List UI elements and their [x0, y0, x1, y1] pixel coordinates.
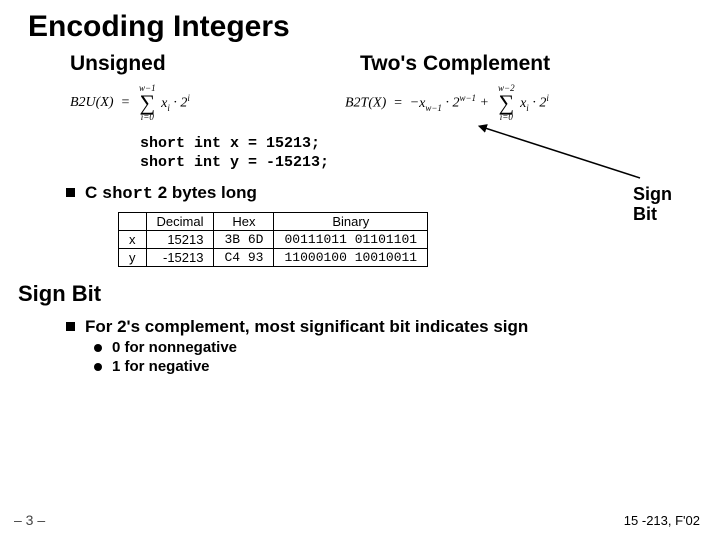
formula-row: B2U(X) = w−1 ∑ i=0 xi · 2i B2T(X) = −xw−… — [0, 84, 720, 122]
section-sign-bit: Sign Bit — [18, 281, 720, 307]
bullet-disc-icon — [94, 363, 102, 371]
bullet-square-icon — [66, 188, 75, 197]
bullet-square-icon — [66, 322, 75, 331]
slide-number: – 3 – — [14, 512, 45, 528]
sign-bit-callout: Sign Bit — [633, 185, 672, 225]
code-line-1: short int x = 15213; — [140, 134, 720, 154]
sub-bullet-nonnegative: 0 for nonnegative — [94, 339, 720, 356]
course-footer: 15 -213, F'02 — [624, 513, 700, 528]
subhead-unsigned: Unsigned — [0, 52, 360, 76]
table-row: y -15213 C4 93 11000100 10010011 — [119, 248, 428, 266]
bullet-disc-icon — [94, 344, 102, 352]
table-row: x 15213 3B 6D 00111011 01101101 — [119, 230, 428, 248]
code-line-2: short int y = -15213; — [140, 153, 720, 173]
subhead-twos-complement: Two's Complement — [360, 52, 550, 76]
table-header-row: Decimal Hex Binary — [119, 212, 428, 230]
formula-b2u: B2U(X) = w−1 ∑ i=0 xi · 2i — [0, 84, 345, 122]
encoding-table: Decimal Hex Binary x 15213 3B 6D 0011101… — [118, 212, 428, 267]
formula-b2t: B2T(X) = −xw−1 · 2w−1 + w−2 ∑ i=0 xi · 2… — [345, 84, 549, 122]
subhead-row: Unsigned Two's Complement — [0, 52, 720, 76]
code-block: short int x = 15213; short int y = -1521… — [140, 134, 720, 173]
bullet-c-short: C short 2 bytes long — [66, 183, 720, 204]
slide-title: Encoding Integers — [0, 0, 720, 44]
sub-bullet-negative: 1 for negative — [94, 358, 720, 375]
bullet-sign-explain: For 2's complement, most significant bit… — [66, 317, 720, 337]
